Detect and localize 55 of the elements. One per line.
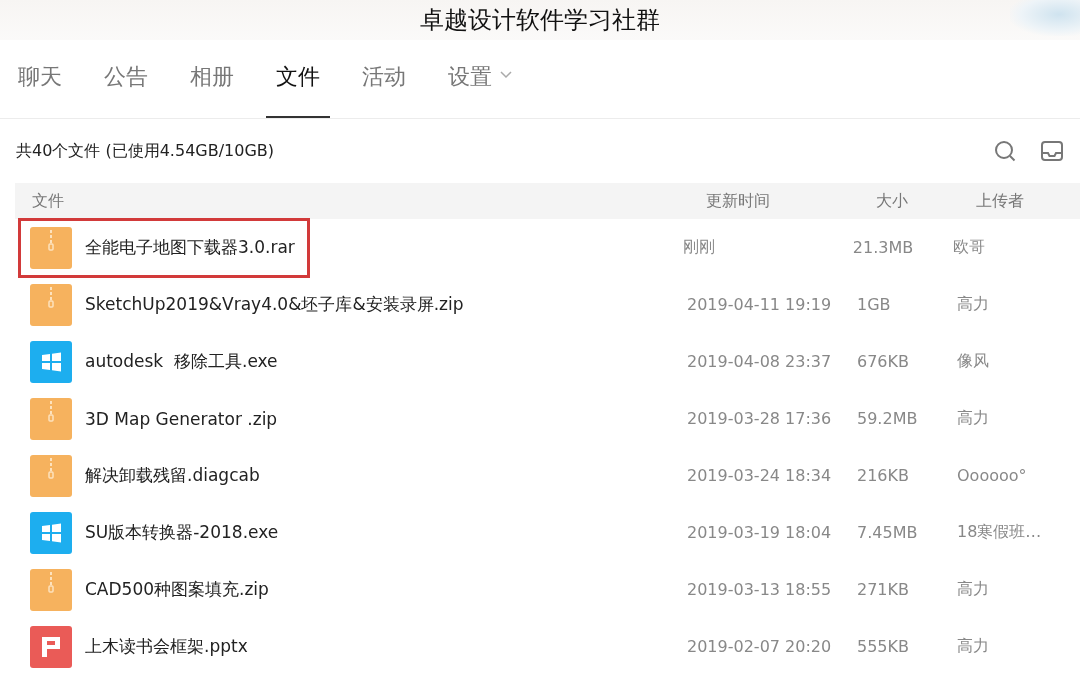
tab[interactable]: 活动	[352, 40, 416, 118]
file-size: 21.3MB	[852, 238, 915, 257]
tray-icon[interactable]	[1040, 140, 1064, 162]
file-size: 216KB	[857, 466, 910, 485]
uploader-name: 像风	[957, 351, 990, 372]
update-time: 2019-03-19 18:04	[687, 523, 833, 542]
uploader-name: Oooooo°	[957, 466, 1028, 485]
file-size: 271KB	[857, 580, 910, 599]
update-time: 刚刚	[682, 237, 716, 258]
tab[interactable]: 聊天	[8, 40, 72, 118]
presentation-file-icon	[30, 625, 72, 668]
file-name[interactable]: 解决卸载残留.diagcab	[85, 464, 260, 487]
update-time: 2019-02-07 20:20	[687, 637, 833, 656]
uploader-name: 18寒假班…	[957, 522, 1043, 543]
tab[interactable]: 公告	[94, 40, 158, 118]
file-size: 676KB	[857, 352, 910, 371]
uploader-name: 高力	[957, 408, 990, 429]
window-title: 卓越设计软件学习社群	[420, 5, 660, 36]
file-name[interactable]: autodesk 移除工具.exe	[85, 350, 278, 373]
column-header: 更新时间	[706, 190, 771, 212]
file-name[interactable]: 3D Map Generator .zip	[85, 408, 278, 429]
zip-file-icon	[30, 226, 72, 269]
file-size: 1GB	[857, 295, 892, 314]
search-icon[interactable]	[994, 140, 1016, 162]
file-name[interactable]: 上木读书会框架.pptx	[85, 635, 248, 658]
windows-app-icon	[30, 511, 72, 554]
file-size: 59.2MB	[857, 409, 919, 428]
update-time: 2019-03-24 18:34	[687, 466, 833, 485]
file-name[interactable]: SU版本转换器-2018.exe	[85, 521, 279, 544]
file-name[interactable]: SketchUp2019&Vray4.0&坯子库&安装录屏.zip	[85, 293, 464, 316]
file-size: 7.45MB	[857, 523, 919, 542]
tab[interactable]: 文件	[266, 40, 330, 118]
update-time: 2019-04-11 19:19	[687, 295, 833, 314]
zip-file-icon	[30, 397, 72, 440]
column-header: 上传者	[976, 190, 1025, 212]
file-count-summary: 共40个文件 (已使用4.54GB/10GB)	[16, 140, 275, 162]
column-header: 文件	[31, 190, 65, 212]
column-header: 大小	[876, 190, 909, 212]
update-time: 2019-03-28 17:36	[687, 409, 833, 428]
update-time: 2019-04-08 23:37	[687, 352, 833, 371]
uploader-name: 欧哥	[952, 237, 986, 258]
windows-app-icon	[30, 340, 72, 383]
file-name[interactable]: 全能电子地图下载器3.0.rar	[85, 236, 295, 259]
zip-file-icon	[30, 283, 72, 326]
file-name[interactable]: CAD500种图案填充.zip	[85, 578, 269, 601]
zip-file-icon	[30, 568, 72, 611]
caret-icon	[500, 71, 512, 79]
tab[interactable]: 相册	[180, 40, 244, 118]
file-size: 555KB	[857, 637, 910, 656]
update-time: 2019-03-13 18:55	[687, 580, 833, 599]
uploader-name: 高力	[957, 294, 990, 315]
tab[interactable]: 设置	[438, 40, 522, 118]
uploader-name: 高力	[957, 636, 990, 657]
zip-file-icon	[30, 454, 72, 497]
uploader-name: 高力	[957, 579, 990, 600]
